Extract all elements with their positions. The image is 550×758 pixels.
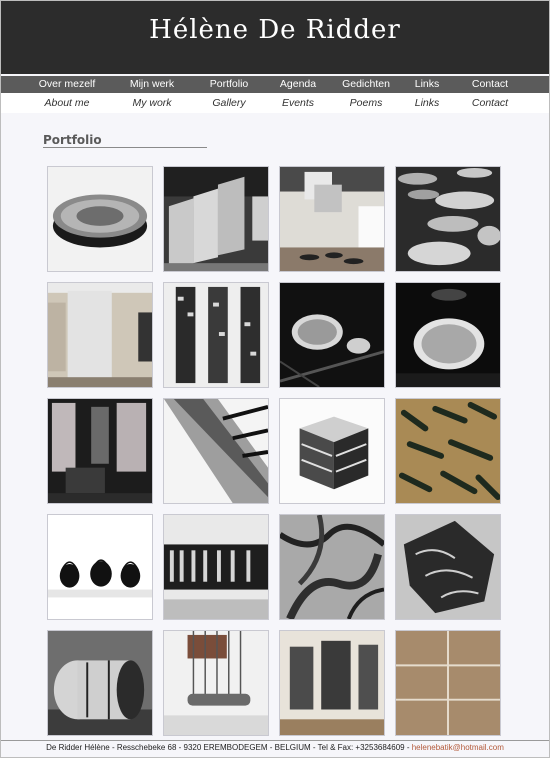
thumbnail-hanging-rolls[interactable] <box>163 630 269 736</box>
thumbnail-skylight-circles-1[interactable] <box>279 282 385 388</box>
subnav-gallery[interactable]: Gallery <box>189 93 269 113</box>
nav-mijn-werk[interactable]: Mijn werk <box>112 76 192 93</box>
thumbnail-floor-discs[interactable] <box>395 166 501 272</box>
section-title-rule <box>43 147 207 148</box>
footer: De Ridder Hélène - Resschebeke 68 - 9320… <box>0 743 550 752</box>
thumbnail-tile-panels[interactable] <box>395 630 501 736</box>
subnav-about-me[interactable]: About me <box>27 93 107 113</box>
main-nav: Over mezelf Mijn werk Portfolio Agenda G… <box>1 76 549 93</box>
thumbnail-dark-room-panels[interactable] <box>47 398 153 504</box>
thumbnail-black-figures[interactable] <box>47 514 153 620</box>
thumbnail-brick-pattern-panels[interactable] <box>163 282 269 388</box>
thumbnail-gallery-installation[interactable] <box>279 166 385 272</box>
thumbnail-folded-bag[interactable] <box>395 514 501 620</box>
site-header: Hélène De Ridder <box>1 1 549 74</box>
section-title: Portfolio <box>43 133 102 147</box>
thumbnail-sculpture-disc[interactable] <box>47 166 153 272</box>
thumbnail-three-prints-wall[interactable] <box>279 630 385 736</box>
thumbnail-cube-sculpture[interactable] <box>279 398 385 504</box>
site-title[interactable]: Hélène De Ridder <box>149 15 401 45</box>
thumbnail-skylight-circles-2[interactable] <box>395 282 501 388</box>
thumbnail-hanging-panels[interactable] <box>163 166 269 272</box>
footer-address: De Ridder Hélène - Resschebeke 68 - 9320… <box>46 743 412 752</box>
nav-portfolio[interactable]: Portfolio <box>189 76 269 93</box>
sub-nav: About me My work Gallery Events Poems Li… <box>1 93 549 113</box>
thumbnail-tall-panels-gallery[interactable] <box>47 282 153 388</box>
nav-contact[interactable]: Contact <box>450 76 530 93</box>
thumbnail-diagonal-sculpture[interactable] <box>163 398 269 504</box>
subnav-contact[interactable]: Contact <box>450 93 530 113</box>
footer-email-link[interactable]: helenebatik@hotmail.com <box>412 743 504 752</box>
thumbnail-branches-wall[interactable] <box>395 398 501 504</box>
thumbnail-rolled-bundle[interactable] <box>47 630 153 736</box>
nav-over-mezelf[interactable]: Over mezelf <box>27 76 107 93</box>
footer-divider <box>1 740 549 741</box>
thumbnail-wood-relief[interactable] <box>279 514 385 620</box>
subnav-my-work[interactable]: My work <box>112 93 192 113</box>
thumbnail-framed-strip[interactable] <box>163 514 269 620</box>
